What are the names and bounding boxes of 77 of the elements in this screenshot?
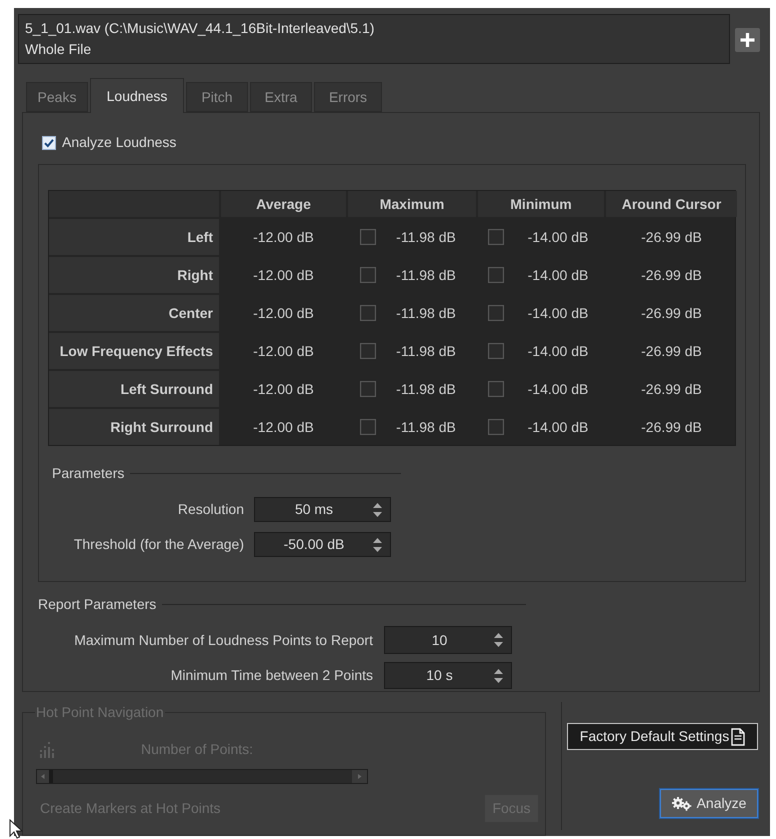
up-down-arrows-icon[interactable]	[373, 538, 382, 552]
number-field[interactable]: 10	[384, 626, 512, 654]
field-label: Minimum Time between 2 Points	[170, 666, 373, 685]
document-icon	[731, 728, 746, 746]
tab[interactable]: Extra	[250, 82, 312, 112]
table-cell-text: -12.00 dB	[252, 418, 315, 436]
table-cell-text: -11.98 dB	[395, 380, 457, 398]
table-cell-text: -11.98 dB	[395, 342, 457, 360]
row-header: Right	[49, 257, 219, 293]
tab[interactable]: Pitch	[186, 82, 248, 112]
table-cell-text: -26.99 dB	[640, 228, 703, 246]
table-cell-text: -11.98 dB	[395, 266, 457, 284]
up-down-arrows-icon[interactable]	[373, 502, 382, 516]
row-header: Left Surround	[49, 371, 219, 407]
checkbox-label: Analyze Loudness	[62, 133, 176, 152]
up-down-arrows-icon[interactable]	[494, 668, 503, 682]
table-cell-text: -12.00 dB	[252, 266, 315, 284]
field-label: Maximum Number of Loudness Points to Report	[73, 630, 373, 650]
analyze-button[interactable]: Analyze	[660, 789, 758, 818]
section-title: Report Parameters	[38, 595, 156, 614]
tab[interactable]: Loudness	[90, 78, 184, 113]
field-label: Resolution	[176, 500, 244, 519]
column-header: Maximum	[348, 191, 476, 217]
plus-icon[interactable]	[735, 28, 760, 52]
number-field[interactable]: 10 s	[384, 662, 512, 689]
field-label: Threshold (for the Average)	[72, 535, 244, 554]
checkbox[interactable]	[488, 381, 504, 397]
table-cell-text: -12.00 dB	[252, 228, 315, 246]
number-field[interactable]: -50.00 dB	[254, 532, 391, 557]
checkbox[interactable]	[42, 136, 56, 150]
table-cell-text: -14.00 dB	[526, 418, 590, 436]
column-header: Average	[221, 191, 346, 217]
checkbox[interactable]	[360, 229, 376, 245]
table-cell-text: -26.99 dB	[640, 304, 703, 322]
table-cell-text: -14.00 dB	[526, 266, 590, 284]
checkbox[interactable]	[360, 419, 376, 435]
checkbox[interactable]	[488, 419, 504, 435]
caret-left-icon	[37, 770, 49, 783]
table-cell-text: -26.99 dB	[640, 380, 703, 398]
table-cell-text: -12.00 dB	[252, 380, 315, 398]
row-header: Right Surround	[49, 409, 219, 445]
table-cell-text: -14.00 dB	[526, 304, 590, 322]
gears-icon	[672, 796, 692, 810]
section-title: Parameters	[52, 464, 124, 483]
table-cell-text: -11.98 dB	[395, 418, 457, 436]
file-range-text: Whole File	[25, 40, 92, 59]
number-field[interactable]: 50 ms	[254, 497, 391, 522]
checkbox[interactable]	[360, 305, 376, 321]
table-cell-text: -12.00 dB	[252, 304, 315, 322]
checkbox[interactable]	[360, 381, 376, 397]
column-header: Minimum	[478, 191, 604, 217]
row-header: Low Frequency Effects	[49, 333, 219, 369]
checkbox[interactable]	[488, 229, 504, 245]
checkbox[interactable]	[488, 305, 504, 321]
row-header: Left	[49, 219, 219, 255]
table-cell-text: -11.98 dB	[395, 228, 457, 246]
caret-right-icon	[352, 770, 367, 783]
tab[interactable]: Errors	[314, 82, 382, 112]
table-cell-text: -12.00 dB	[252, 342, 315, 360]
table-cell-text: -14.00 dB	[526, 342, 590, 360]
table-cell-text: -26.99 dB	[640, 266, 703, 284]
checkbox[interactable]	[360, 267, 376, 283]
checkbox[interactable]	[488, 267, 504, 283]
table-cell-text: -26.99 dB	[640, 418, 703, 436]
table-cell-text: -26.99 dB	[640, 342, 703, 360]
checkbox[interactable]	[360, 343, 376, 359]
table-cell-text: -14.00 dB	[526, 380, 590, 398]
checkbox[interactable]	[488, 343, 504, 359]
row-header: Center	[49, 295, 219, 331]
file-path-text: 5_1_01.wav (C:\Music\WAV_44.1_16Bit-Interleaved\5.1)	[25, 19, 376, 38]
table-cell-text: -14.00 dB	[526, 228, 590, 246]
factory-settings-button[interactable]: Factory Default Settings	[567, 723, 758, 750]
column-header: Around Cursor	[606, 191, 737, 217]
tab[interactable]: Peaks	[26, 82, 88, 112]
table-cell-text: -11.98 dB	[395, 304, 457, 322]
up-down-arrows-icon[interactable]	[494, 633, 503, 647]
level-bars-icon	[40, 742, 55, 758]
